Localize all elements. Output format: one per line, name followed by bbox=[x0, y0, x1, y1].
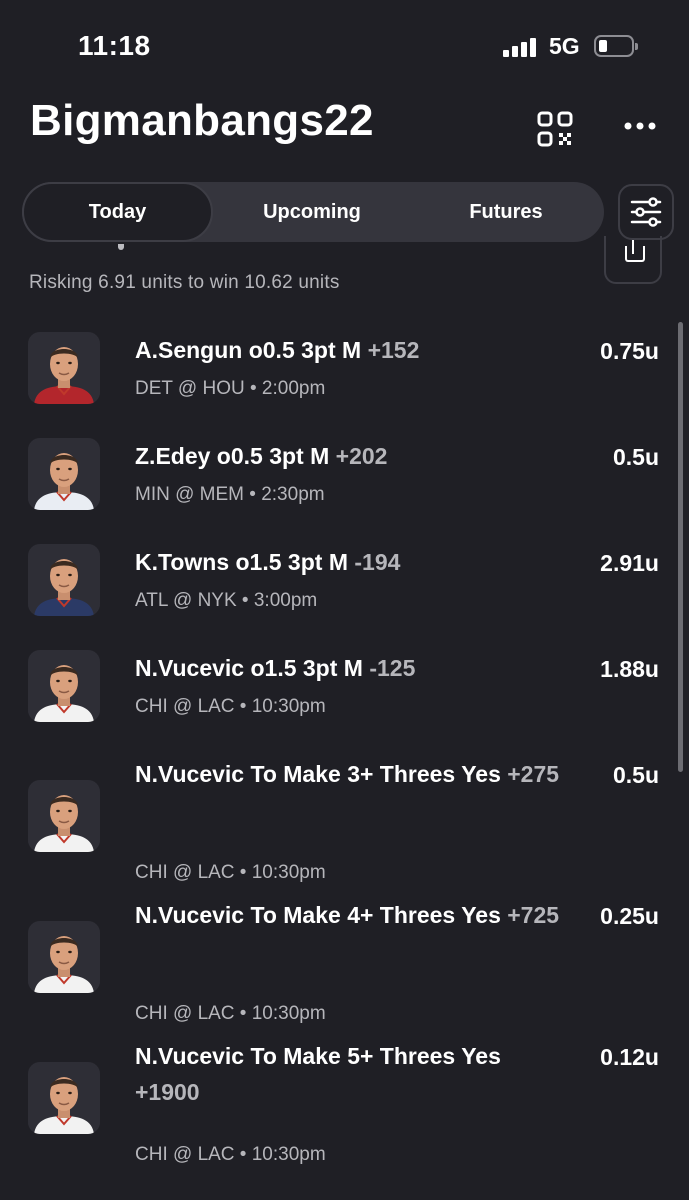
status-time: 11:18 bbox=[78, 30, 151, 61]
bet-selection: N.Vucevic To Make 4+ Threes Yes bbox=[135, 902, 501, 928]
status-bar: 11:18 5G bbox=[0, 0, 689, 90]
scrolled-header-remnant bbox=[30, 244, 230, 256]
bet-game-time: ATL @ NYK • 3:00pm bbox=[135, 590, 318, 611]
bet-title: N.Vucevic To Make 5+ Threes Yes +1900 bbox=[135, 1038, 565, 1110]
share-button[interactable] bbox=[604, 236, 662, 284]
bet-selection: N.Vucevic To Make 3+ Threes Yes bbox=[135, 761, 501, 787]
bet-odds: +275 bbox=[507, 761, 560, 787]
bet-title: N.Vucevic To Make 4+ Threes Yes +725 bbox=[135, 897, 565, 933]
network-label: 5G bbox=[549, 33, 580, 59]
bet-units: 0.25u bbox=[600, 903, 659, 929]
bet-odds: +725 bbox=[507, 902, 560, 928]
bet-title: Z.Edey o0.5 3pt M +202 bbox=[135, 438, 565, 474]
player-avatar bbox=[28, 650, 100, 722]
qr-code-icon[interactable] bbox=[532, 106, 578, 152]
player-avatar bbox=[28, 332, 100, 404]
player-avatar bbox=[28, 544, 100, 616]
bet-units: 0.5u bbox=[612, 762, 659, 788]
bet-game-time: MIN @ MEM • 2:30pm bbox=[135, 484, 325, 505]
bet-odds: +152 bbox=[367, 337, 420, 363]
tab-today[interactable]: Today bbox=[22, 182, 213, 242]
tab-bar: Today Upcoming Futures bbox=[22, 182, 604, 242]
bet-title: N.Vucevic To Make 3+ Threes Yes +275 bbox=[135, 756, 565, 792]
signal-icon bbox=[503, 37, 539, 57]
player-avatar bbox=[28, 1062, 100, 1134]
battery-icon bbox=[594, 35, 638, 57]
page-title: Bigmanbangs22 bbox=[30, 96, 374, 145]
tab-upcoming[interactable]: Upcoming bbox=[215, 182, 409, 242]
bet-title: A.Sengun o0.5 3pt M +152 bbox=[135, 332, 565, 368]
sliders-icon bbox=[630, 197, 662, 227]
bet-odds: -125 bbox=[369, 655, 416, 681]
bet-title: N.Vucevic o1.5 3pt M -125 bbox=[135, 650, 565, 686]
player-avatar bbox=[28, 780, 100, 852]
bet-game-time: CHI @ LAC • 10:30pm bbox=[135, 862, 326, 883]
tab-futures[interactable]: Futures bbox=[409, 182, 603, 242]
player-avatar bbox=[28, 438, 100, 510]
bet-game-time: CHI @ LAC • 10:30pm bbox=[135, 1003, 326, 1024]
bet-title: K.Towns o1.5 3pt M -194 bbox=[135, 544, 565, 580]
bet-selection: N.Vucevic To Make 5+ Threes Yes bbox=[135, 1043, 501, 1069]
bet-selection: Z.Edey o0.5 3pt M bbox=[135, 443, 330, 469]
bet-selection: A.Sengun o0.5 3pt M bbox=[135, 337, 362, 363]
bet-game-time: CHI @ LAC • 10:30pm bbox=[135, 696, 326, 717]
bet-game-time: DET @ HOU • 2:00pm bbox=[135, 378, 326, 399]
bet-units: 0.75u bbox=[600, 338, 659, 364]
bet-units: 1.88u bbox=[600, 656, 659, 682]
more-horizontal-icon[interactable] bbox=[620, 110, 660, 142]
bet-game-time: CHI @ LAC • 10:30pm bbox=[135, 1144, 326, 1165]
share-icon bbox=[625, 246, 645, 262]
scrollbar[interactable] bbox=[678, 322, 683, 772]
risk-summary: Risking 6.91 units to win 10.62 units bbox=[29, 272, 340, 293]
filter-button[interactable] bbox=[618, 184, 674, 240]
bet-selection: K.Towns o1.5 3pt M bbox=[135, 549, 348, 575]
bet-odds: +202 bbox=[335, 443, 388, 469]
bet-odds: -194 bbox=[354, 549, 401, 575]
bet-units: 0.12u bbox=[600, 1044, 659, 1070]
bet-units: 0.5u bbox=[612, 444, 659, 470]
bet-selection: N.Vucevic o1.5 3pt M bbox=[135, 655, 363, 681]
bet-units: 2.91u bbox=[600, 550, 659, 576]
player-avatar bbox=[28, 921, 100, 993]
bet-odds: +1900 bbox=[135, 1079, 200, 1105]
